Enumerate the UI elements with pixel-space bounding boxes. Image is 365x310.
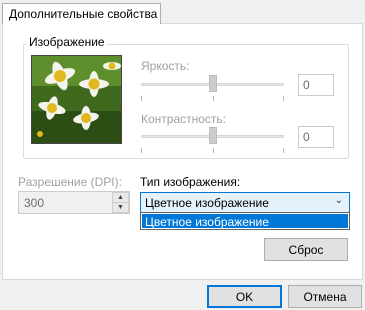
contrast-value-field[interactable]: 0: [298, 126, 334, 148]
preview-image: [31, 55, 122, 144]
image-type-combobox[interactable]: Цветное изображение ⌄: [140, 192, 350, 213]
reset-button[interactable]: Сброс: [264, 238, 348, 261]
resolution-label: Разрешение (DPI):: [18, 175, 122, 189]
contrast-slider-thumb[interactable]: [209, 127, 217, 144]
ok-button[interactable]: OK: [207, 285, 282, 308]
brightness-tick-mid: [213, 96, 214, 101]
brightness-tick-min: [141, 96, 142, 101]
brightness-tick-max: [283, 96, 284, 101]
spin-down-button[interactable]: ▼: [112, 202, 129, 213]
image-group-legend: Изображение: [27, 35, 107, 49]
image-type-dropdown-list: Цветное изображение: [140, 212, 350, 230]
contrast-tick-max: [283, 148, 284, 153]
tab-advanced-properties[interactable]: Дополнительные свойства: [2, 3, 161, 24]
contrast-tick-min: [141, 148, 142, 153]
brightness-label: Яркость:: [141, 59, 190, 73]
image-type-selected: Цветное изображение: [145, 196, 269, 210]
chevron-down-icon[interactable]: ⌄: [335, 195, 343, 206]
contrast-tick-mid: [213, 148, 214, 153]
cancel-button[interactable]: Отмена: [288, 285, 362, 308]
image-type-label: Тип изображения:: [140, 175, 241, 189]
brightness-slider-thumb[interactable]: [209, 75, 217, 92]
dropdown-option-color[interactable]: Цветное изображение: [142, 214, 348, 229]
contrast-label: Контрастность:: [141, 112, 227, 126]
brightness-value-field[interactable]: 0: [298, 74, 334, 96]
